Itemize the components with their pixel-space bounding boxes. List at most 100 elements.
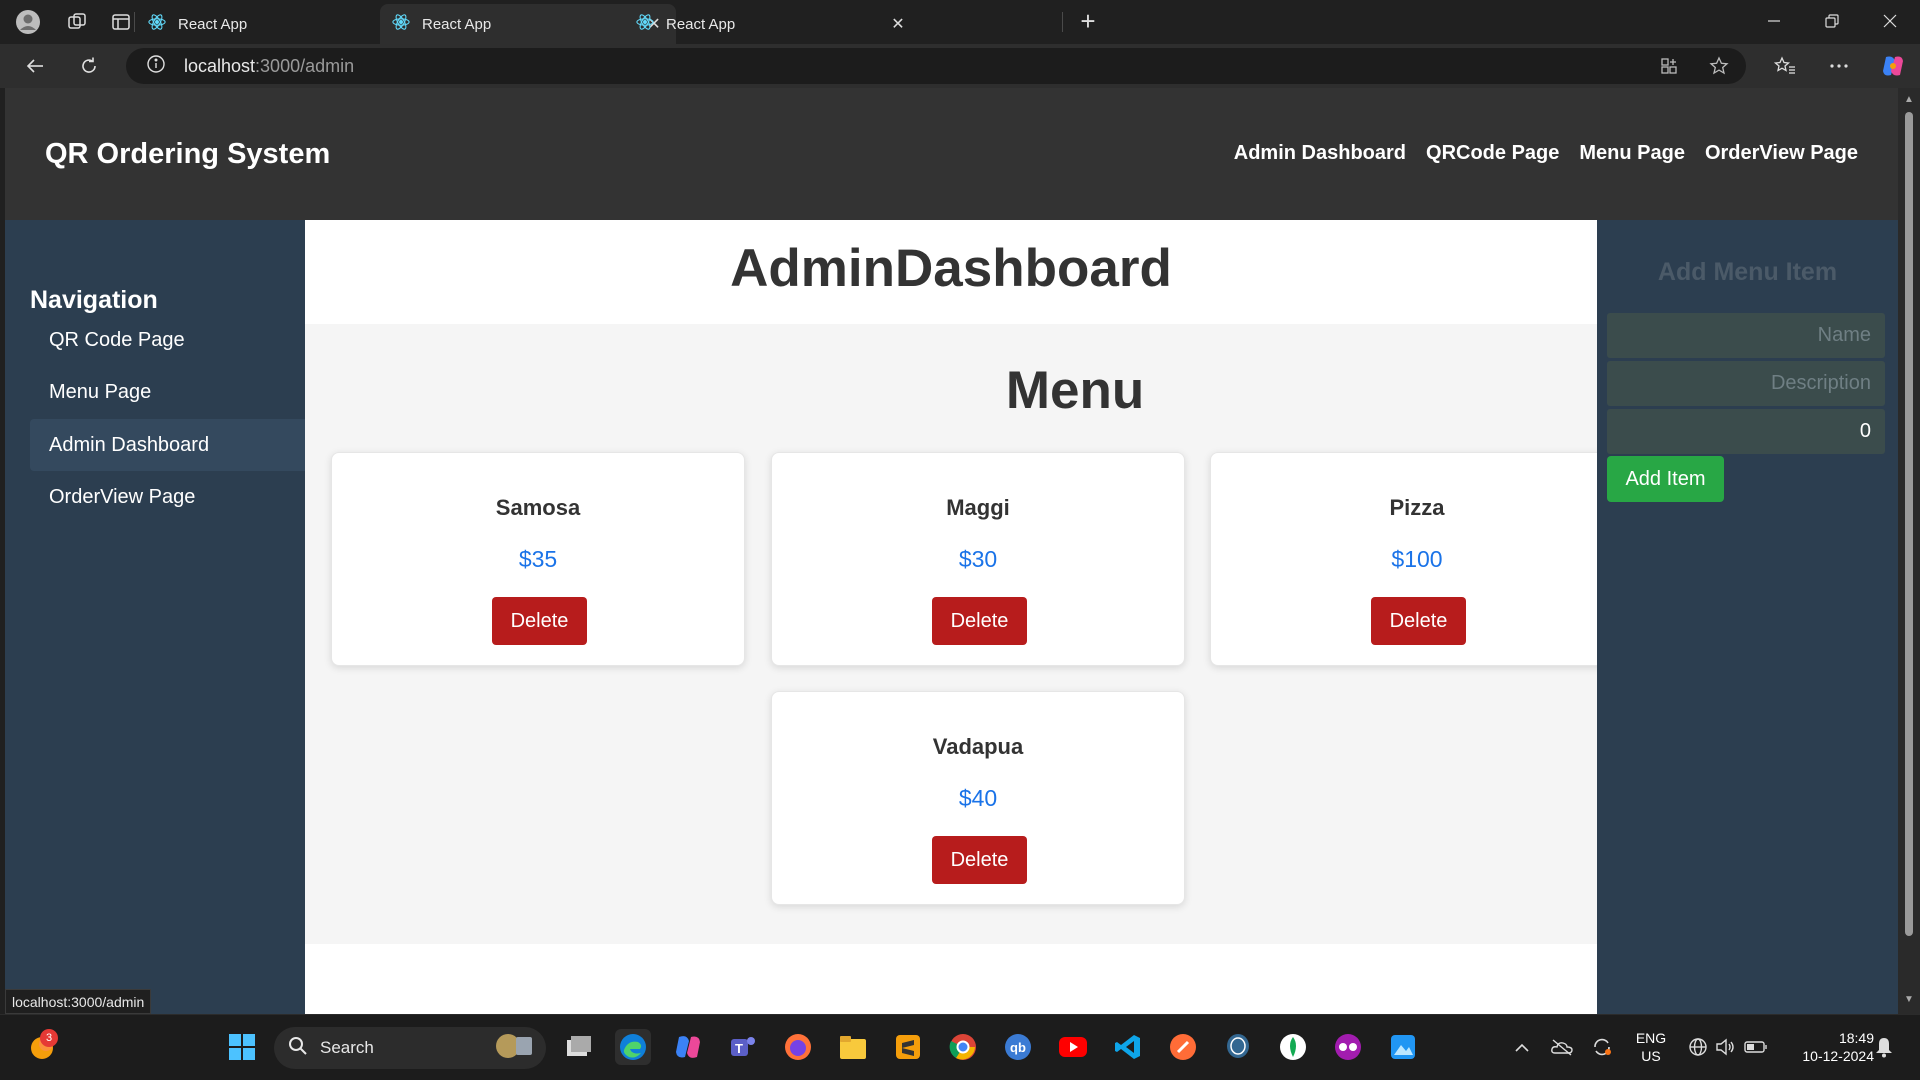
menu-item-card: Pizza $100 Delete [1210, 452, 1624, 666]
start-icon[interactable] [224, 1029, 260, 1065]
search-highlight-icon [494, 1032, 534, 1065]
tab-title: React App [666, 15, 736, 33]
nav-link-qrcode-page[interactable]: QRCode Page [1426, 142, 1559, 165]
youtube-icon[interactable] [1055, 1029, 1091, 1065]
minimize-icon[interactable] [1752, 6, 1796, 36]
menu-item-price: $35 [518, 546, 558, 572]
svg-text:T: T [735, 1041, 743, 1056]
menu-item-price: $30 [958, 546, 998, 572]
workspaces-icon[interactable] [62, 7, 92, 37]
taskbar: 3 Search T qb ENG US 18:49 10-12-2024 [0, 1014, 1920, 1080]
qbittorrent-icon[interactable]: qb [1000, 1029, 1036, 1065]
edge-browser-icon[interactable] [615, 1029, 651, 1065]
delete-button[interactable]: Delete [492, 597, 587, 645]
chevron-up-icon[interactable] [1504, 1029, 1540, 1065]
back-arrow-icon[interactable] [18, 50, 52, 82]
new-tab-button[interactable]: + [1072, 6, 1104, 38]
vertical-tabs-icon[interactable] [106, 7, 136, 37]
notification-bell-icon[interactable] [1866, 1029, 1902, 1065]
delete-button[interactable]: Delete [932, 836, 1027, 884]
react-icon [148, 13, 166, 35]
profile-icon[interactable] [13, 7, 43, 37]
task-view-icon[interactable] [561, 1029, 597, 1065]
info-icon[interactable] [146, 54, 166, 79]
sidebar-item-menu-page[interactable]: Menu Page [30, 366, 322, 418]
postgresql-icon[interactable] [1220, 1029, 1256, 1065]
close-window-icon[interactable] [1868, 6, 1912, 36]
scroll-thumb[interactable] [1905, 112, 1913, 936]
main-content: AdminDashboard Menu Samosa $35 Delete Ma… [305, 220, 1624, 1014]
copilot-icon[interactable] [1878, 52, 1908, 80]
taskbar-search[interactable]: Search [274, 1027, 546, 1069]
sublime-text-icon[interactable] [890, 1029, 926, 1065]
menu-item-price: $100 [1391, 546, 1443, 572]
price-input[interactable] [1607, 409, 1885, 454]
tab-title: React App [178, 15, 248, 33]
react-icon [392, 13, 410, 35]
add-menu-item-panel: Add Menu Item Add Item [1597, 220, 1898, 1014]
search-label: Search [320, 1038, 374, 1057]
sidebar-item-qr-code-page[interactable]: QR Code Page [30, 314, 322, 366]
menu-item-card: Maggi $30 Delete [771, 452, 1185, 666]
sidebar: Navigation QR Code Page Menu Page Admin … [5, 220, 322, 1014]
teams-icon[interactable]: T [725, 1029, 761, 1065]
vscode-icon[interactable] [1110, 1029, 1146, 1065]
url-text: localhost:3000/admin [184, 55, 355, 76]
app-header: QR Ordering System Admin Dashboard QRCod… [5, 88, 1898, 220]
language-indicator[interactable]: ENG US [1630, 1029, 1672, 1065]
nav-link-menu-page[interactable]: Menu Page [1579, 142, 1685, 165]
menu-item-name: Vadapua [932, 734, 1024, 759]
postman-icon[interactable] [1165, 1029, 1201, 1065]
top-nav: Admin Dashboard QRCode Page Menu Page Or… [1234, 142, 1858, 165]
scroll-up-icon[interactable]: ▲ [1903, 94, 1915, 106]
menu-title: Menu [1005, 361, 1145, 420]
page-title: AdminDashboard [730, 239, 1172, 298]
address-bar[interactable]: localhost:3000/admin [126, 48, 1746, 84]
onedrive-icon[interactable] [1544, 1029, 1580, 1065]
clock[interactable]: 18:49 10-12-2024 [1782, 1029, 1874, 1065]
restore-icon[interactable] [1810, 6, 1854, 36]
page-scrollbar[interactable]: ▲ ▼ [1898, 88, 1920, 1014]
svg-text:qb: qb [1010, 1040, 1026, 1055]
refresh-icon[interactable] [72, 50, 106, 82]
menu-item-name: Maggi [946, 495, 1010, 520]
sidebar-title: Navigation [30, 286, 158, 314]
close-icon[interactable]: ✕ [888, 14, 908, 34]
battery-icon[interactable] [1738, 1029, 1774, 1065]
chrome-icon[interactable] [945, 1029, 981, 1065]
copilot-purple-icon[interactable] [1330, 1029, 1366, 1065]
browser-tab[interactable]: React App ✕ [624, 4, 920, 44]
add-item-button[interactable]: Add Item [1607, 456, 1724, 502]
name-input[interactable] [1607, 313, 1885, 358]
nav-link-orderview-page[interactable]: OrderView Page [1705, 142, 1858, 165]
menu-item-price: $40 [958, 785, 998, 811]
page-viewport: QR Ordering System Admin Dashboard QRCod… [5, 88, 1898, 1014]
firefox-icon[interactable] [780, 1029, 816, 1065]
panel-title: Add Menu Item [1657, 258, 1838, 286]
menu-item-card: Vadapua $40 Delete [771, 691, 1185, 905]
description-input[interactable] [1607, 361, 1885, 406]
menu-item-name: Samosa [495, 495, 581, 520]
tab-title: React App [422, 15, 492, 33]
sync-icon[interactable] [1584, 1029, 1620, 1065]
delete-button[interactable]: Delete [932, 597, 1027, 645]
nav-link-admin-dashboard[interactable]: Admin Dashboard [1234, 142, 1406, 165]
more-options-icon[interactable] [1824, 52, 1854, 80]
favorite-star-icon[interactable] [1704, 52, 1734, 80]
menu-item-card: Samosa $35 Delete [331, 452, 745, 666]
copilot-app-icon[interactable] [670, 1029, 706, 1065]
favorites-icon[interactable] [1770, 52, 1800, 80]
react-icon [636, 13, 654, 35]
delete-button[interactable]: Delete [1371, 597, 1466, 645]
status-bar-url: localhost:3000/admin [5, 989, 152, 1014]
app-available-icon[interactable] [1654, 52, 1684, 80]
app-title: QR Ordering System [45, 138, 331, 170]
file-explorer-icon[interactable] [835, 1029, 871, 1065]
photos-icon[interactable] [1385, 1029, 1421, 1065]
mongodb-compass-icon[interactable] [1275, 1029, 1311, 1065]
sidebar-item-admin-dashboard[interactable]: Admin Dashboard [30, 419, 322, 471]
address-toolbar: localhost:3000/admin [0, 44, 1920, 88]
scroll-down-icon[interactable]: ▼ [1903, 994, 1915, 1006]
sidebar-item-orderview-page[interactable]: OrderView Page [30, 471, 322, 523]
menu-section: Menu Samosa $35 Delete Maggi $30 Delete … [305, 324, 1624, 944]
